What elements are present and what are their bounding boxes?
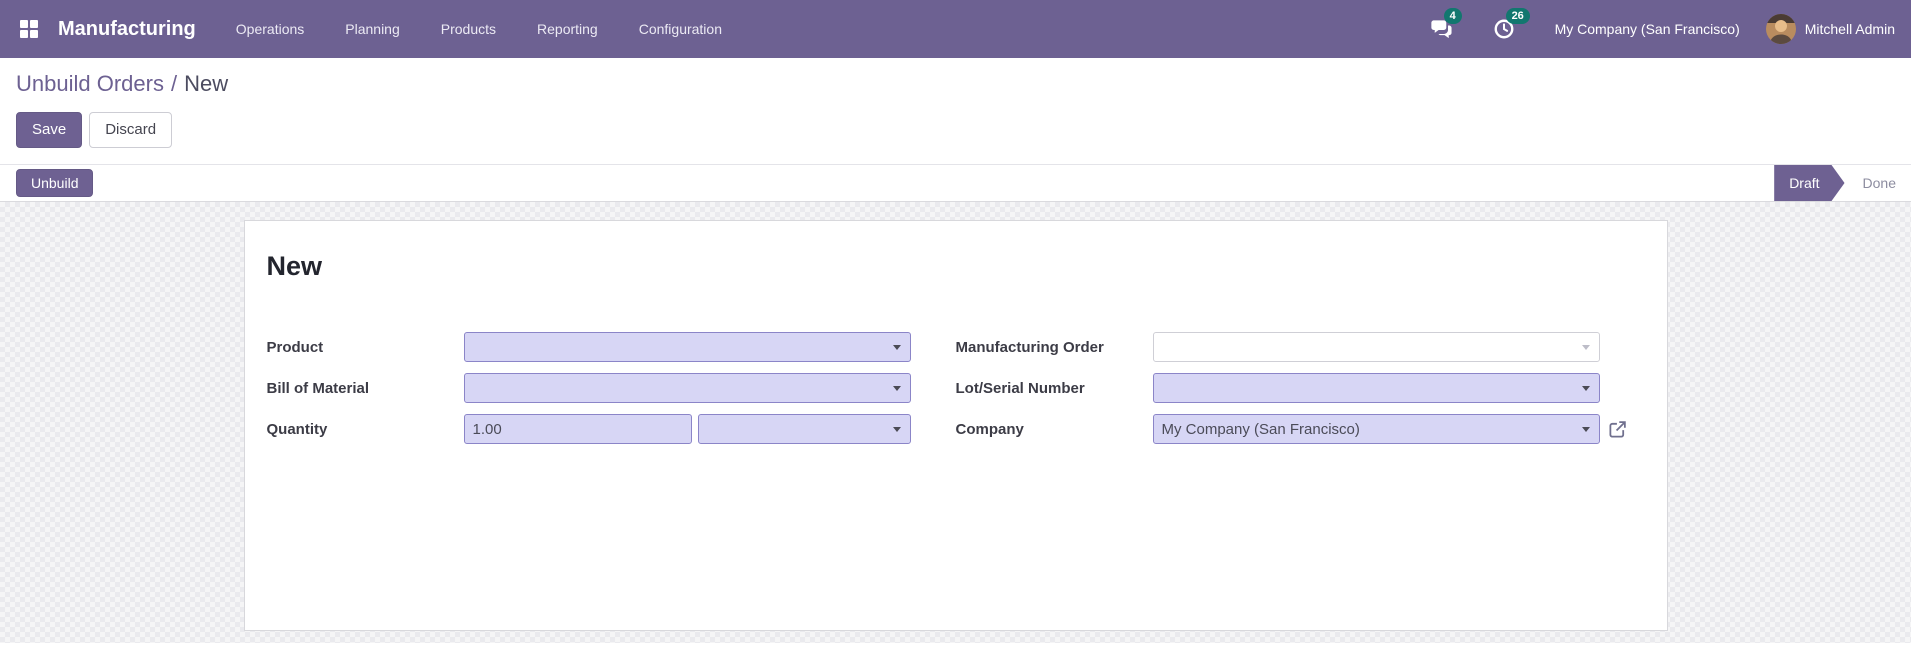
field-row-company: Company My Company (San Francisco): [955, 414, 1645, 445]
chevron-down-icon: [892, 427, 901, 433]
nav-item-configuration[interactable]: Configuration: [639, 21, 722, 37]
manufacturing-order-field: [1152, 332, 1600, 363]
breadcrumb-parent[interactable]: Unbuild Orders: [16, 71, 164, 96]
chevron-down-icon: [1581, 427, 1590, 433]
product-label: Product: [266, 338, 324, 356]
external-link-icon: [1608, 421, 1626, 438]
activities-button[interactable]: 26: [1493, 8, 1530, 44]
apps-menu-button[interactable]: [16, 16, 42, 42]
field-row-manufacturing-order: Manufacturing Order: [955, 332, 1645, 363]
form-grid: Product Bill of Material Quantity 1.00 M…: [245, 332, 1667, 455]
status-done[interactable]: Done: [1863, 175, 1896, 191]
bill-of-material-label: Bill of Material: [266, 379, 370, 397]
nav-item-reporting[interactable]: Reporting: [537, 21, 598, 37]
breadcrumb-separator: /: [170, 71, 178, 96]
uom-field[interactable]: [697, 414, 911, 445]
discard-button[interactable]: Discard: [89, 112, 173, 148]
company-field[interactable]: My Company (San Francisco): [1152, 414, 1600, 445]
chevron-down-icon: [892, 386, 901, 392]
activities-badge: 26: [1505, 8, 1530, 24]
field-row-bill-of-material: Bill of Material: [266, 373, 911, 404]
status-draft[interactable]: Draft: [1774, 165, 1844, 201]
user-name: Mitchell Admin: [1804, 21, 1895, 37]
lot-serial-number-label: Lot/Serial Number: [955, 379, 1085, 397]
messages-button[interactable]: 4: [1430, 8, 1467, 44]
unbuild-button[interactable]: Unbuild: [16, 168, 94, 198]
apps-grid-icon: [20, 20, 38, 38]
field-row-product: Product: [266, 332, 911, 363]
nav-item-products[interactable]: Products: [441, 21, 496, 37]
company-open-record-button[interactable]: [1608, 420, 1627, 439]
control-panel-buttons: Save Discard: [16, 112, 1895, 148]
avatar: [1765, 14, 1796, 44]
nav-item-operations[interactable]: Operations: [236, 21, 304, 37]
lot-serial-number-field[interactable]: [1152, 373, 1600, 404]
chevron-down-icon: [1581, 386, 1590, 392]
product-field[interactable]: [463, 332, 911, 363]
save-button[interactable]: Save: [16, 112, 83, 148]
main-menu: Operations Planning Products Reporting C…: [236, 21, 722, 37]
company-switcher[interactable]: My Company (San Francisco): [1555, 21, 1740, 37]
navbar-left: Manufacturing Operations Planning Produc…: [16, 16, 722, 42]
quantity-label: Quantity: [266, 420, 328, 438]
nav-item-planning[interactable]: Planning: [345, 21, 400, 37]
top-navbar: Manufacturing Operations Planning Produc…: [0, 0, 1911, 58]
quantity-input[interactable]: [463, 414, 692, 445]
breadcrumb: Unbuild Orders / New: [16, 71, 1895, 97]
status-widget: Draft Done: [1774, 165, 1911, 201]
bill-of-material-field[interactable]: [463, 373, 911, 404]
user-menu[interactable]: Mitchell Admin: [1765, 14, 1895, 44]
messages-badge: 4: [1443, 8, 1462, 24]
form-statusbar: Unbuild Draft Done: [0, 164, 1911, 202]
chevron-down-icon: [1581, 345, 1590, 351]
form-view-background: New Product Bill of Material Quantity 1.…: [0, 202, 1911, 643]
company-label: Company: [955, 420, 1024, 438]
record-title: New: [266, 251, 323, 281]
navbar-right: 4 26 My Company (San Francisco) Mitchell…: [1430, 8, 1895, 44]
form-column-right: Manufacturing Order Lot/Serial Number Co…: [956, 332, 1645, 455]
chevron-down-icon: [892, 345, 901, 351]
control-panel: Unbuild Orders / New Save Discard: [0, 58, 1911, 148]
form-column-left: Product Bill of Material Quantity 1.00: [267, 332, 911, 455]
form-sheet: New Product Bill of Material Quantity 1.…: [243, 220, 1668, 631]
manufacturing-order-label: Manufacturing Order: [955, 338, 1104, 356]
breadcrumb-current: New: [184, 71, 229, 96]
field-row-lot-serial-number: Lot/Serial Number: [955, 373, 1645, 404]
field-row-quantity: Quantity: [266, 414, 911, 445]
company-value: My Company (San Francisco): [1161, 420, 1360, 438]
app-name[interactable]: Manufacturing: [58, 18, 196, 41]
